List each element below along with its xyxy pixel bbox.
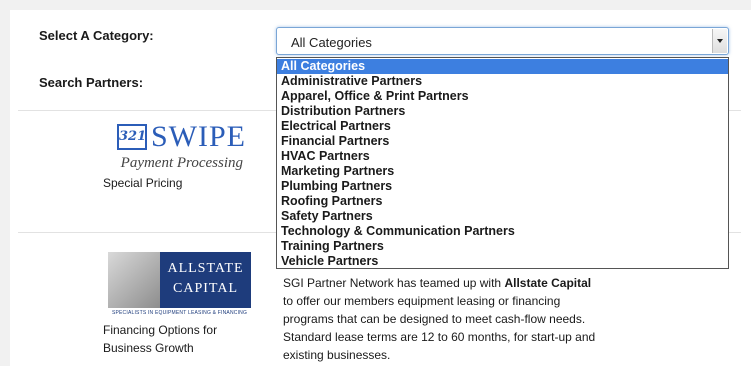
- category-label: Select A Category:: [39, 28, 154, 43]
- allstate-caption-line2: Business Growth: [103, 341, 194, 355]
- option-plumbing[interactable]: Plumbing Partners: [277, 179, 728, 194]
- category-select[interactable]: All Categories: [276, 27, 729, 55]
- option-marketing[interactable]: Marketing Partners: [277, 164, 728, 179]
- allstate-desc-line3: programs that can be designed to meet ca…: [283, 312, 586, 326]
- search-partners-label: Search Partners:: [39, 75, 144, 90]
- allstate-desc-line5: existing businesses.: [283, 348, 391, 362]
- option-hvac[interactable]: HVAC Partners: [277, 149, 728, 164]
- swipe-wordmark: SWIPE: [151, 120, 246, 153]
- category-select-value: All Categories: [291, 35, 372, 50]
- swipe-badge: 321: [117, 124, 147, 150]
- allstate-logo-line1: ALLSTATE: [167, 261, 244, 276]
- allstate-desc-line4: Standard lease terms are 12 to 60 months…: [283, 330, 596, 344]
- allstate-logo-panel: ALLSTATE CAPITAL: [160, 252, 251, 308]
- allstate-tagline: SPECIALISTS IN EQUIPMENT LEASING & FINAN…: [111, 310, 248, 316]
- allstate-caption-line1: Financing Options for: [103, 323, 218, 337]
- option-apparel-office-print[interactable]: Apparel, Office & Print Partners: [277, 89, 728, 104]
- allstate-description: SGI Partner Network has teamed up with A…: [283, 274, 623, 364]
- option-training[interactable]: Training Partners: [277, 239, 728, 254]
- chevron-down-icon[interactable]: [712, 29, 727, 53]
- allstate-desc-prefix: SGI Partner Network has teamed up with: [283, 276, 505, 290]
- option-administrative[interactable]: Administrative Partners: [277, 74, 728, 89]
- allstate-caption: Financing Options for Business Growth: [103, 321, 217, 357]
- swipe-logo[interactable]: 321 SWIPE Payment Processing: [117, 120, 247, 174]
- option-vehicle[interactable]: Vehicle Partners: [277, 254, 728, 269]
- allstate-capital-logo[interactable]: ALLSTATE CAPITAL SPECIALISTS IN EQUIPMEN…: [108, 252, 251, 318]
- allstate-desc-bold: Allstate Capital: [504, 276, 592, 290]
- option-roofing[interactable]: Roofing Partners: [277, 194, 728, 209]
- category-dropdown-list: All Categories Administrative Partners A…: [276, 57, 729, 269]
- allstate-desc-line2: to offer our members equipment leasing o…: [283, 294, 561, 308]
- option-all-categories[interactable]: All Categories: [277, 59, 728, 74]
- option-distribution[interactable]: Distribution Partners: [277, 104, 728, 119]
- option-financial[interactable]: Financial Partners: [277, 134, 728, 149]
- option-technology-communication[interactable]: Technology & Communication Partners: [277, 224, 728, 239]
- option-safety[interactable]: Safety Partners: [277, 209, 728, 224]
- option-electrical[interactable]: Electrical Partners: [277, 119, 728, 134]
- allstate-logo-line2: CAPITAL: [173, 281, 238, 296]
- swipe-caption: Special Pricing: [103, 176, 183, 190]
- usa-map-icon: [108, 252, 160, 308]
- swipe-tagline: Payment Processing: [120, 155, 243, 171]
